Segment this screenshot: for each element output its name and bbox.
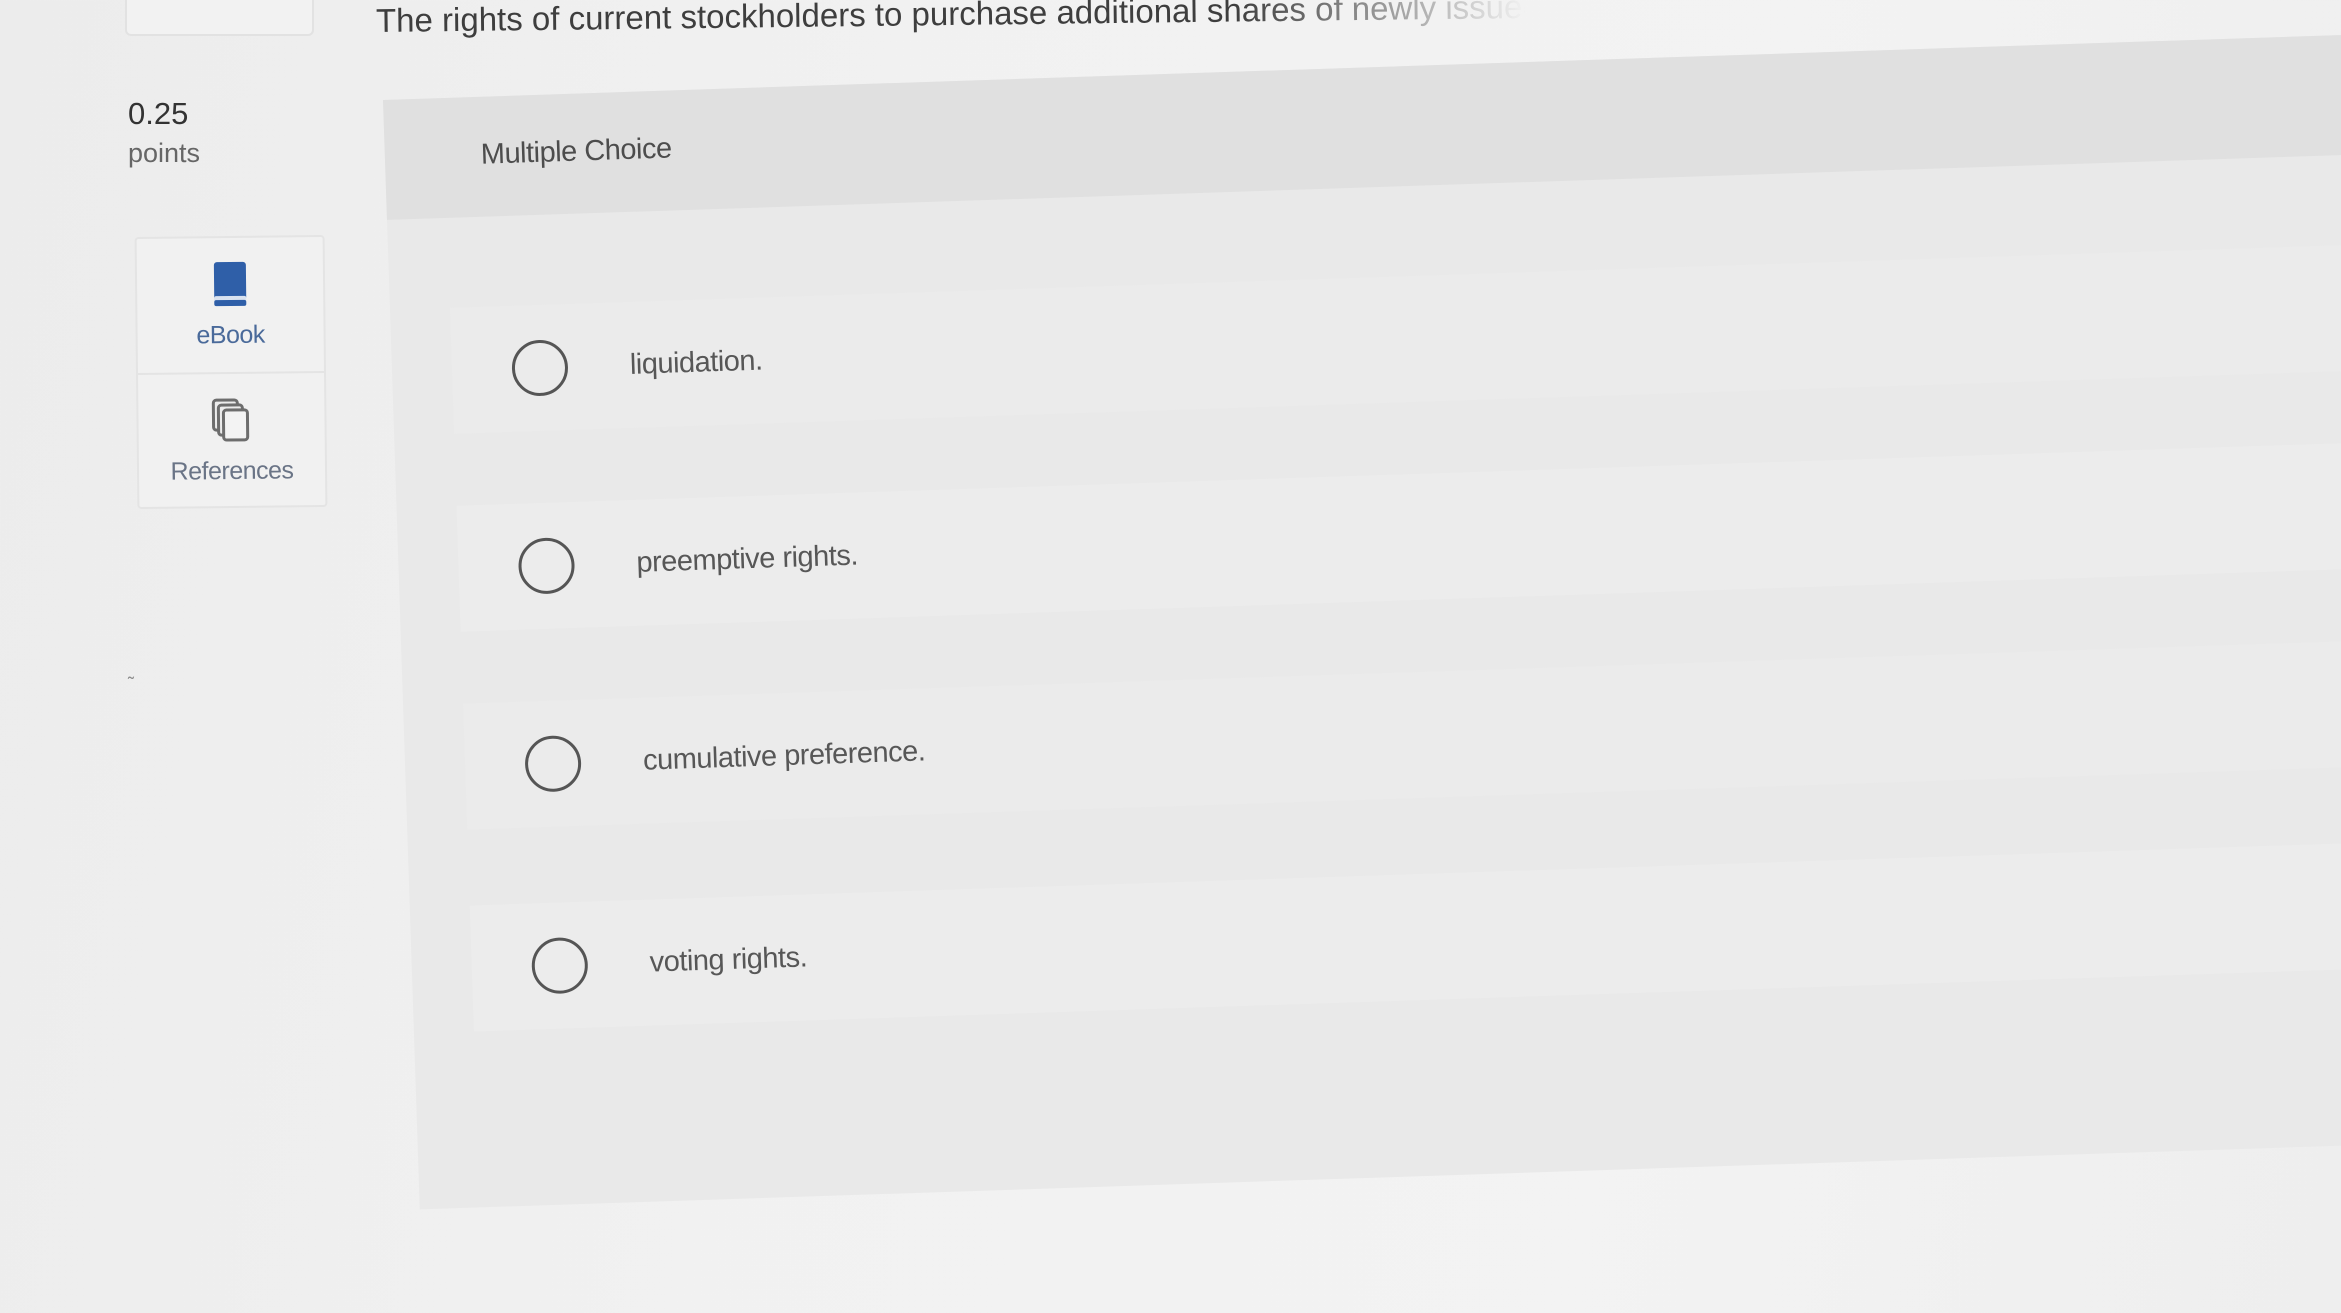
radio-button-3[interactable]	[524, 734, 583, 793]
panel-header: Multiple Choice	[383, 32, 2341, 220]
stray-mark: ˜	[128, 674, 134, 694]
answer-option-label: liquidation.	[629, 344, 764, 381]
radio-button-1[interactable]	[511, 339, 569, 397]
answer-option-1[interactable]: liquidation.	[449, 242, 2341, 434]
points-block: 0.25 points	[128, 96, 200, 169]
answer-option-label: voting rights.	[649, 940, 808, 979]
book-icon	[208, 260, 253, 313]
tools-sidebar: eBook References	[134, 235, 328, 509]
answer-option-label: cumulative preference.	[642, 734, 926, 777]
stacked-pages-icon	[207, 396, 256, 449]
answer-panel: Multiple Choice liquidation. preemptive …	[383, 32, 2341, 1210]
radio-button-2[interactable]	[517, 536, 576, 595]
ebook-label: eBook	[196, 320, 265, 350]
points-label: points	[128, 138, 201, 168]
previous-question-box	[125, 0, 314, 36]
question-text: The rights of current stockholders to pu…	[375, 0, 1628, 39]
references-button[interactable]: References	[138, 371, 326, 509]
radio-button-4[interactable]	[530, 936, 589, 995]
ebook-button[interactable]: eBook	[137, 237, 324, 373]
points-value: 0.25	[128, 96, 189, 131]
answer-option-2[interactable]: preemptive rights.	[456, 440, 2341, 632]
question-type-label: Multiple Choice	[480, 132, 673, 171]
answer-option-3[interactable]: cumulative preference.	[463, 638, 2341, 830]
answer-option-4[interactable]: voting rights.	[469, 839, 2341, 1032]
references-label: References	[170, 456, 294, 486]
answer-option-label: preemptive rights.	[635, 539, 859, 579]
